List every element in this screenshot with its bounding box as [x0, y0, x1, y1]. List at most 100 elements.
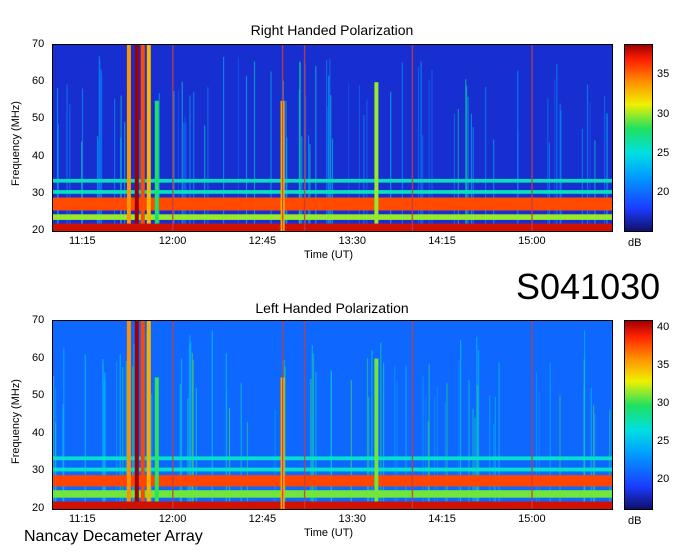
x-tick-label: 14:15: [428, 235, 456, 247]
instrument-label: Nancay Decameter Array: [24, 528, 203, 545]
burst-streak: [458, 360, 460, 509]
burst-streak: [549, 362, 551, 509]
burst-streak: [453, 113, 455, 231]
burst-streak: [547, 98, 549, 231]
burst-streak: [69, 104, 71, 231]
x-tick-label: 12:00: [158, 235, 187, 247]
colorbar-right: [624, 44, 653, 232]
colorbar-tick-label: 30: [657, 107, 670, 120]
burst-streak: [179, 383, 181, 509]
burst-streak: [606, 115, 608, 231]
marker-line: [531, 45, 533, 231]
marker-line: [531, 321, 533, 509]
burst-streak: [240, 382, 242, 509]
frequency-band: [53, 223, 612, 231]
radio-burst: [154, 100, 159, 224]
burst-streak: [350, 380, 352, 509]
marker-line: [172, 321, 174, 509]
radio-burst: [134, 321, 139, 502]
burst-streak: [383, 362, 385, 509]
x-tick-label: 12:45: [248, 235, 277, 247]
burst-streak: [394, 366, 396, 509]
y-tick-label: 20: [32, 224, 45, 236]
x-tick-label: 13:30: [338, 235, 366, 247]
x-tick-label: 11:15: [68, 235, 96, 247]
marker-line: [172, 45, 174, 231]
radio-burst: [134, 45, 139, 224]
y-tick-label: 50: [32, 389, 45, 402]
burst-streak: [330, 372, 332, 509]
burst-streak: [498, 362, 500, 509]
marker-line: [411, 45, 414, 231]
burst-streak: [363, 115, 365, 231]
chart-title-left-text: Left Handed Polarization: [255, 300, 409, 316]
radio-burst: [146, 45, 151, 224]
colorbar-tick-label: 25: [657, 146, 670, 159]
y-axis-label-right: Frequency (MHz): [10, 101, 22, 186]
y-tick-label: 70: [32, 314, 45, 326]
burst-streak: [446, 382, 448, 509]
y-tick-label: 50: [32, 112, 45, 125]
burst-streak: [366, 99, 368, 231]
y-tick-label: 40: [32, 149, 45, 162]
burst-streak: [467, 96, 469, 231]
burst-streak: [53, 376, 55, 509]
y-tick-label: 40: [32, 426, 45, 439]
radio-burst: [140, 321, 145, 502]
colorbar-tick-label: 35: [657, 358, 670, 371]
x-axis-label-left: Time (UT): [304, 527, 354, 539]
colorbar-unit-left: dB: [628, 515, 642, 527]
burst-streak: [114, 98, 116, 231]
burst-streak: [422, 376, 424, 509]
burst-streak: [315, 371, 317, 509]
burst-streak: [116, 361, 118, 509]
frequency-band: [53, 501, 612, 509]
colorbar-tick-label: 35: [657, 68, 670, 81]
y-tick-label: 30: [32, 464, 45, 477]
x-tick-label: 11:15: [68, 513, 96, 525]
burst-streak: [560, 110, 562, 231]
radio-burst: [126, 321, 131, 502]
burst-streak: [470, 113, 472, 231]
burst-streak: [192, 359, 194, 509]
colorbar-tick-label: 20: [657, 472, 670, 485]
chart-title-right-text: Right Handed Polarization: [250, 22, 414, 38]
marker-line: [281, 45, 284, 231]
x-tick-label: 12:45: [248, 513, 277, 525]
colorbar-tick-label: 25: [657, 434, 670, 447]
x-tick-label: 15:00: [518, 513, 546, 525]
burst-streak: [189, 95, 191, 231]
spectrogram-right: [52, 44, 613, 232]
colorbar-tick-label: 20: [657, 185, 670, 198]
colorbar-unit-right: dB: [628, 237, 642, 249]
colorbar-tick-label: 30: [657, 396, 670, 409]
x-axis-label-right: Time (UT): [304, 249, 354, 261]
x-tick-label: 14:15: [428, 513, 456, 525]
radio-burst: [154, 377, 159, 502]
burst-streak: [457, 109, 459, 231]
burst-streak: [428, 364, 430, 509]
burst-streak: [405, 365, 407, 509]
colorbar-tick-label: 40: [657, 320, 670, 333]
marker-line: [281, 321, 284, 509]
y-tick-label: 70: [32, 38, 45, 50]
spectrogram-right-svg: [53, 45, 612, 231]
marker-line: [303, 45, 306, 231]
burst-streak: [468, 380, 470, 509]
radio-burst: [374, 82, 379, 224]
colorbar-left: [624, 320, 653, 510]
y-tick-label: 60: [32, 75, 45, 88]
chart-title-left: Left Handed Polarization: [0, 300, 680, 316]
radio-burst: [146, 321, 151, 502]
burst-streak: [604, 95, 606, 231]
burst-streak: [535, 371, 538, 509]
x-tick-label: 15:00: [518, 235, 546, 247]
spectrogram-left-svg: [53, 321, 612, 509]
y-tick-label: 20: [32, 502, 45, 514]
burst-streak: [396, 381, 398, 509]
x-tick-label: 13:30: [338, 513, 366, 525]
y-tick-label: 30: [32, 186, 45, 199]
radio-burst: [374, 358, 379, 502]
spectrogram-left: [52, 320, 613, 510]
marker-line: [411, 321, 414, 509]
